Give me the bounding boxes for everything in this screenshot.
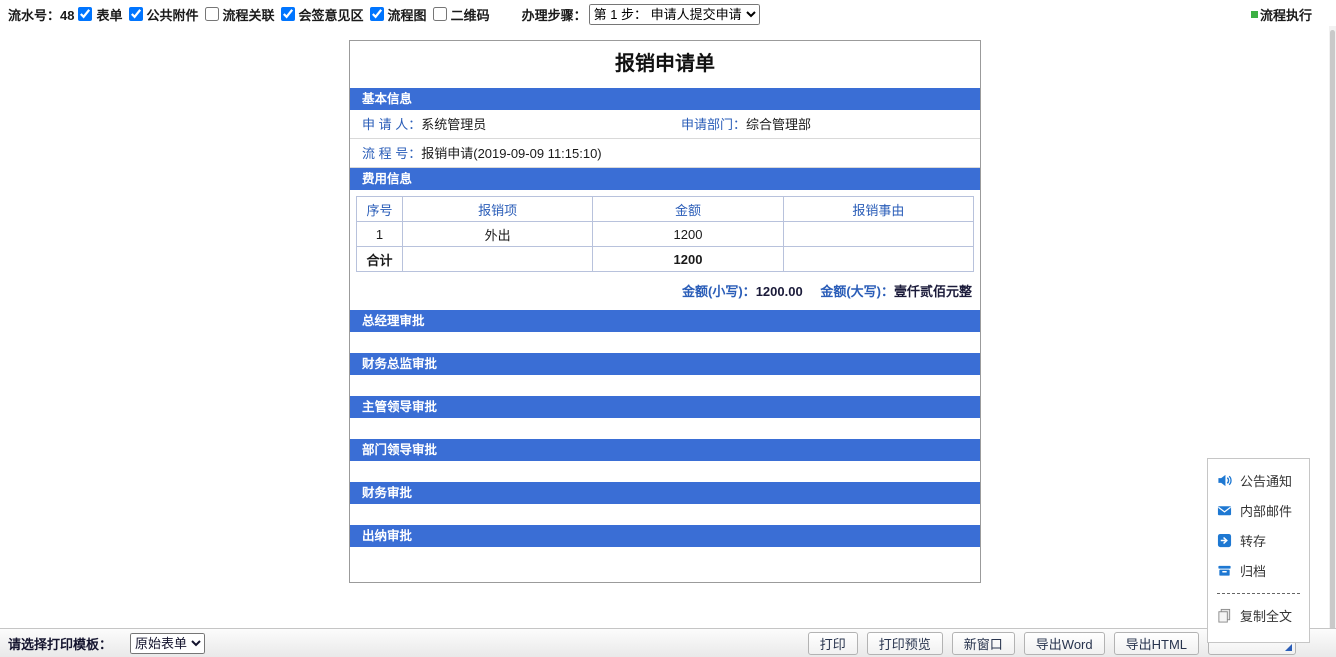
- scrollbar-thumb[interactable]: [1330, 30, 1335, 630]
- amount-lower-label: 金额(小写)：: [682, 284, 756, 299]
- menu-divider: [1217, 593, 1300, 594]
- basic-info-row-2: 流 程 号：报销申请(2019-09-09 11:15:10): [350, 139, 980, 168]
- department-label: 申请部门：: [681, 117, 746, 132]
- checkbox-form[interactable]: 表单: [78, 5, 122, 24]
- applicant-label: 申 请 人：: [362, 117, 421, 132]
- bottom-toolbar: 请选择打印模板： 原始表单 打印 打印预览 新窗口 导出Word 导出HTML: [0, 628, 1336, 657]
- menu-item-copy-all-label: 复制全文: [1240, 606, 1292, 625]
- countersign-checkbox[interactable]: [281, 7, 295, 21]
- cashier-approval-content: [350, 547, 980, 568]
- public-attachment-checkbox[interactable]: [129, 7, 143, 21]
- menu-item-internal-mail[interactable]: 内部邮件: [1208, 495, 1309, 525]
- print-button[interactable]: 打印: [808, 632, 858, 655]
- supervisor-approval-content: [350, 418, 980, 439]
- qrcode-checkbox-label: 二维码: [451, 5, 490, 24]
- export-word-button[interactable]: 导出Word: [1024, 632, 1105, 655]
- fee-table-row: 1 外出 1200: [357, 222, 974, 247]
- fee-table: 序号 报销项 金额 报销事由 1 外出 1200 合计 1200: [356, 196, 974, 272]
- vertical-scrollbar[interactable]: [1329, 26, 1336, 657]
- print-template-select[interactable]: 原始表单: [130, 633, 205, 654]
- copy-icon: [1217, 608, 1232, 623]
- checkbox-public-attachment[interactable]: 公共附件: [129, 5, 199, 24]
- cell-item: 外出: [403, 222, 593, 247]
- countersign-checkbox-label: 会签意见区: [299, 5, 364, 24]
- amount-lower-value: 1200.00: [756, 284, 803, 299]
- checkbox-flow-chart[interactable]: 流程图: [370, 5, 427, 24]
- amount-upper-value: 壹仟贰佰元整: [894, 284, 972, 299]
- section-header-cfo-approval: 财务总监审批: [350, 353, 980, 375]
- flow-execution-label: 流程执行: [1260, 5, 1312, 24]
- column-header-seq: 序号: [357, 197, 403, 222]
- checkbox-flow-relation[interactable]: 流程关联: [205, 5, 275, 24]
- print-preview-button[interactable]: 打印预览: [867, 632, 943, 655]
- fee-table-header-row: 序号 报销项 金额 报销事由: [357, 197, 974, 222]
- total-item-cell: [403, 247, 593, 272]
- menu-item-announcement[interactable]: 公告通知: [1208, 465, 1309, 495]
- basic-info-row-1: 申 请 人：系统管理员 申请部门：综合管理部: [350, 110, 980, 139]
- form-checkbox[interactable]: [78, 7, 92, 21]
- section-header-finance-approval: 财务审批: [350, 482, 980, 504]
- reimbursement-form: 报销申请单 基本信息 申 请 人：系统管理员 申请部门：综合管理部 流 程 号：…: [349, 40, 981, 583]
- department-value: 综合管理部: [746, 117, 811, 132]
- dropdown-corner-icon: [1285, 644, 1292, 651]
- section-header-basic-info: 基本信息: [350, 88, 980, 110]
- section-header-supervisor-approval: 主管领导审批: [350, 396, 980, 418]
- flow-number-value: 报销申请(2019-09-09 11:15:10): [421, 146, 601, 161]
- applicant-value: 系统管理员: [421, 117, 486, 132]
- new-window-button[interactable]: 新窗口: [952, 632, 1015, 655]
- column-header-item: 报销项: [403, 197, 593, 222]
- checkbox-countersign[interactable]: 会签意见区: [281, 5, 364, 24]
- public-attachment-checkbox-label: 公共附件: [147, 5, 199, 24]
- menu-item-archive[interactable]: 归档: [1208, 555, 1309, 585]
- menu-item-save-as-label: 转存: [1240, 531, 1266, 550]
- cell-reason: [783, 222, 973, 247]
- flow-number-label: 流 程 号：: [362, 146, 421, 161]
- checkbox-qrcode[interactable]: 二维码: [433, 5, 490, 24]
- total-reason-cell: [783, 247, 973, 272]
- fee-table-total-row: 合计 1200: [357, 247, 974, 272]
- column-header-reason: 报销事由: [783, 197, 973, 222]
- print-template-label: 请选择打印模板：: [8, 634, 112, 653]
- flow-relation-checkbox-label: 流程关联: [223, 5, 275, 24]
- cell-seq: 1: [357, 222, 403, 247]
- gm-approval-content: [350, 332, 980, 353]
- dept-leader-approval-content: [350, 461, 980, 482]
- flow-chart-checkbox-label: 流程图: [388, 5, 427, 24]
- step-select[interactable]: 第 1 步： 申请人提交申请: [589, 4, 760, 25]
- green-square-icon: [1251, 11, 1258, 18]
- amount-summary-line: 金额(小写)：1200.00 金额(大写)：壹仟贰佰元整: [350, 272, 980, 310]
- finance-approval-content: [350, 504, 980, 525]
- form-title: 报销申请单: [350, 41, 980, 88]
- section-header-fee-info: 费用信息: [350, 168, 980, 190]
- cell-amount: 1200: [593, 222, 783, 247]
- section-header-gm-approval: 总经理审批: [350, 310, 980, 332]
- top-toolbar: 流水号：48 表单 公共附件 流程关联 会签意见区 流程图 二维码 办理步骤： …: [0, 0, 1328, 28]
- step-label: 办理步骤：: [522, 5, 587, 24]
- menu-item-save-as[interactable]: 转存: [1208, 525, 1309, 555]
- form-checkbox-label: 表单: [96, 5, 122, 24]
- total-label-cell: 合计: [357, 247, 403, 272]
- save-as-icon: [1217, 533, 1232, 548]
- flow-relation-checkbox[interactable]: [205, 7, 219, 21]
- section-header-cashier-approval: 出纳审批: [350, 525, 980, 547]
- serial-number: 流水号：48: [8, 5, 74, 24]
- mail-icon: [1217, 503, 1232, 518]
- archive-icon: [1217, 563, 1232, 578]
- menu-item-copy-all[interactable]: 复制全文: [1208, 600, 1309, 630]
- flow-chart-checkbox[interactable]: [370, 7, 384, 21]
- cfo-approval-content: [350, 375, 980, 396]
- export-html-button[interactable]: 导出HTML: [1114, 632, 1199, 655]
- column-header-amount: 金额: [593, 197, 783, 222]
- section-header-dept-leader-approval: 部门领导审批: [350, 439, 980, 461]
- flow-execution-link[interactable]: 流程执行: [1251, 5, 1312, 24]
- menu-item-archive-label: 归档: [1240, 561, 1266, 580]
- qrcode-checkbox[interactable]: [433, 7, 447, 21]
- menu-item-internal-mail-label: 内部邮件: [1240, 501, 1292, 520]
- total-amount-cell: 1200: [593, 247, 783, 272]
- context-menu: 公告通知 内部邮件 转存 归档 复制全文: [1207, 458, 1310, 643]
- menu-item-announcement-label: 公告通知: [1240, 471, 1292, 490]
- announcement-icon: [1217, 473, 1232, 488]
- amount-upper-label: 金额(大写)：: [820, 284, 894, 299]
